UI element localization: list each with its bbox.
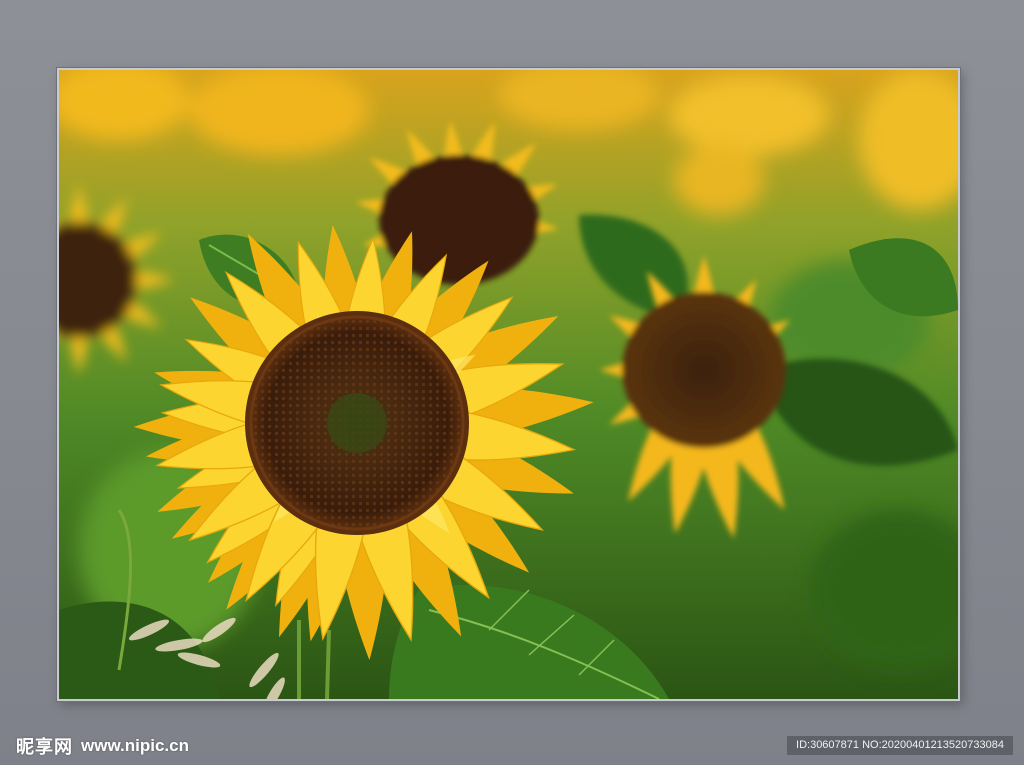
watermark-image-id: ID:30607871 NO:20200401213520733084 <box>787 736 1013 755</box>
watermark-url: www.nipic.cn <box>81 736 189 755</box>
framed-sunflower-photo <box>57 68 960 701</box>
watermark-left: 昵享网 www.nipic.cn <box>16 735 189 758</box>
sunflower-field-image <box>59 70 958 699</box>
watermark-brand: 昵享网 <box>16 737 73 758</box>
